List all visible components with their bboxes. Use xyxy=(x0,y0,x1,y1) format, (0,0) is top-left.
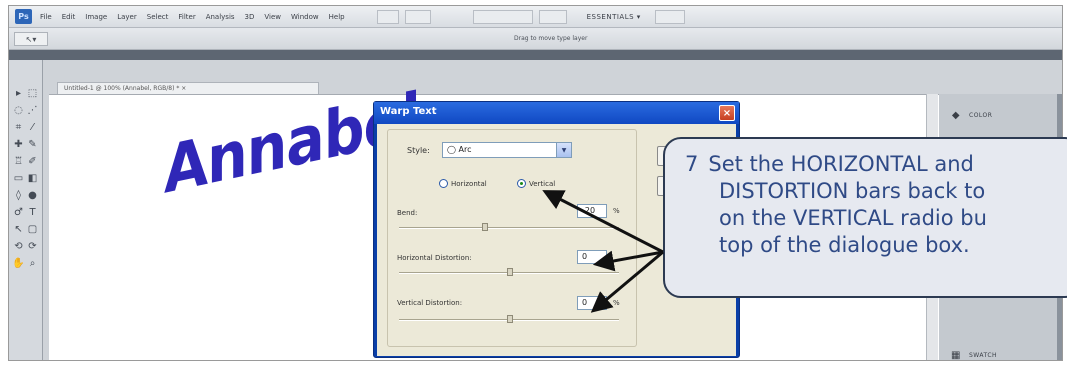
panel-label: SWATCH xyxy=(969,351,998,359)
bridge-button[interactable] xyxy=(376,9,399,24)
gradient-tool-icon[interactable]: ◧ xyxy=(26,171,39,186)
panel-color[interactable]: ◆ COLOR xyxy=(949,106,1049,124)
callout-line-2: DISTORTION bars back to xyxy=(719,179,986,203)
3d-rotate-tool-icon[interactable]: ⟲ xyxy=(12,239,25,254)
swatches-icon: ▦ xyxy=(951,349,961,361)
callout-line-4: top of the dialogue box. xyxy=(719,233,970,257)
vertical-distortion-percent: % xyxy=(613,299,620,307)
radio-selected-icon[interactable] xyxy=(517,179,526,188)
brush-tool-icon[interactable]: ✎ xyxy=(26,137,39,152)
style-value: ◯ Arc xyxy=(447,145,472,154)
marquee-tool-icon[interactable]: ⬚ xyxy=(26,86,39,101)
hand-tool-icon[interactable]: ✋ xyxy=(12,256,25,271)
stamp-tool-icon[interactable]: ♖ xyxy=(12,154,25,169)
shape-tool-icon[interactable]: ▢ xyxy=(26,222,39,237)
menu-bar: Ps File Edit Image Layer Select Filter A… xyxy=(9,6,1062,28)
menu-3d[interactable]: 3D xyxy=(245,13,255,21)
3d-orbit-tool-icon[interactable]: ⟳ xyxy=(26,239,39,254)
healing-tool-icon[interactable]: ✚ xyxy=(12,137,25,152)
photoshop-logo-icon: Ps xyxy=(15,9,32,24)
blur-tool-icon[interactable]: ◊ xyxy=(12,188,25,203)
screen-mode-button[interactable] xyxy=(404,9,431,24)
quick-select-tool-icon[interactable]: ⋰ xyxy=(26,103,39,118)
menu-window[interactable]: Window xyxy=(291,13,319,21)
radio-vertical[interactable]: Vertical xyxy=(517,179,555,188)
color-icon: ◆ xyxy=(951,109,961,121)
window-controls[interactable] xyxy=(654,9,685,24)
dodge-tool-icon[interactable]: ● xyxy=(26,188,39,203)
menu-image[interactable]: Image xyxy=(85,13,107,21)
vertical-distortion-label: Vertical Distortion: xyxy=(397,299,463,307)
callout-line-1: 7 Set the HORIZONTAL and xyxy=(685,152,974,176)
vertical-distortion-input[interactable]: 0 xyxy=(577,296,607,310)
tool-preset-picker[interactable]: ↖▾ xyxy=(14,32,48,46)
bend-percent: % xyxy=(613,207,620,215)
bend-label: Bend: xyxy=(397,209,418,217)
menu-filter[interactable]: Filter xyxy=(178,13,195,21)
zoom-controls[interactable] xyxy=(472,9,533,24)
radio-horizontal[interactable]: Horizontal xyxy=(439,179,487,188)
path-select-tool-icon[interactable]: ↖ xyxy=(12,222,25,237)
pen-tool-icon[interactable]: ♂ xyxy=(12,205,25,220)
style-label: Style: xyxy=(407,146,430,155)
menu-analysis[interactable]: Analysis xyxy=(206,13,235,21)
crop-tool-icon[interactable]: ⌗ xyxy=(12,120,25,135)
options-hint: Drag to move type layer xyxy=(514,35,588,42)
style-dropdown[interactable]: ◯ Arc ▼ xyxy=(442,142,572,158)
arrange-documents-button[interactable] xyxy=(538,9,567,24)
bend-input[interactable]: -20 xyxy=(577,204,607,218)
horizontal-distortion-handle[interactable] xyxy=(507,268,513,276)
chevron-down-icon[interactable]: ▼ xyxy=(556,143,571,157)
callout-line-3: on the VERTICAL radio bu xyxy=(719,206,987,230)
menu-edit[interactable]: Edit xyxy=(62,13,76,21)
menu-layer[interactable]: Layer xyxy=(117,13,137,21)
history-brush-tool-icon[interactable]: ✐ xyxy=(26,154,39,169)
close-icon[interactable]: × xyxy=(719,105,735,121)
menu-view[interactable]: View xyxy=(264,13,281,21)
radio-vertical-label: Vertical xyxy=(529,179,556,188)
workspace-switcher[interactable]: ESSENTIALS ▾ xyxy=(587,13,641,21)
eraser-tool-icon[interactable]: ▭ xyxy=(12,171,25,186)
menu-select[interactable]: Select xyxy=(147,13,169,21)
panel-swatches[interactable]: ▦ SWATCH xyxy=(949,346,1049,361)
vertical-distortion-handle[interactable] xyxy=(507,315,513,323)
panel-dock-bar xyxy=(9,50,1062,60)
bend-slider[interactable] xyxy=(399,227,619,229)
tools-panel: ▸ ⬚ ◌ ⋰ ⌗ ⁄ ✚ ✎ ♖ ✐ ▭ ◧ ◊ ● ♂ T ↖ ▢ ⟲ ⟳ … xyxy=(9,60,43,360)
instruction-callout: 7 Set the HORIZONTAL and DISTORTION bars … xyxy=(663,137,1067,298)
dialog-title: Warp Text xyxy=(374,102,739,124)
type-tool-icon[interactable]: T xyxy=(26,205,39,220)
step-number: 7 xyxy=(685,152,699,176)
options-bar: ↖▾ Drag to move type layer xyxy=(9,28,1062,50)
zoom-tool-icon[interactable]: ⌕ xyxy=(26,256,39,271)
horizontal-distortion-label: Horizontal Distortion: xyxy=(397,254,472,262)
panel-label: COLOR xyxy=(969,111,993,119)
radio-button-icon[interactable] xyxy=(439,179,448,188)
radio-horizontal-label: Horizontal xyxy=(451,179,487,188)
eyedropper-tool-icon[interactable]: ⁄ xyxy=(26,120,39,135)
lasso-tool-icon[interactable]: ◌ xyxy=(12,103,25,118)
move-tool-icon[interactable]: ▸ xyxy=(12,86,25,101)
horizontal-distortion-input[interactable]: 0 xyxy=(577,250,607,264)
bend-slider-handle[interactable] xyxy=(482,223,488,231)
menu-help[interactable]: Help xyxy=(329,13,345,21)
menu-file[interactable]: File xyxy=(40,13,52,21)
